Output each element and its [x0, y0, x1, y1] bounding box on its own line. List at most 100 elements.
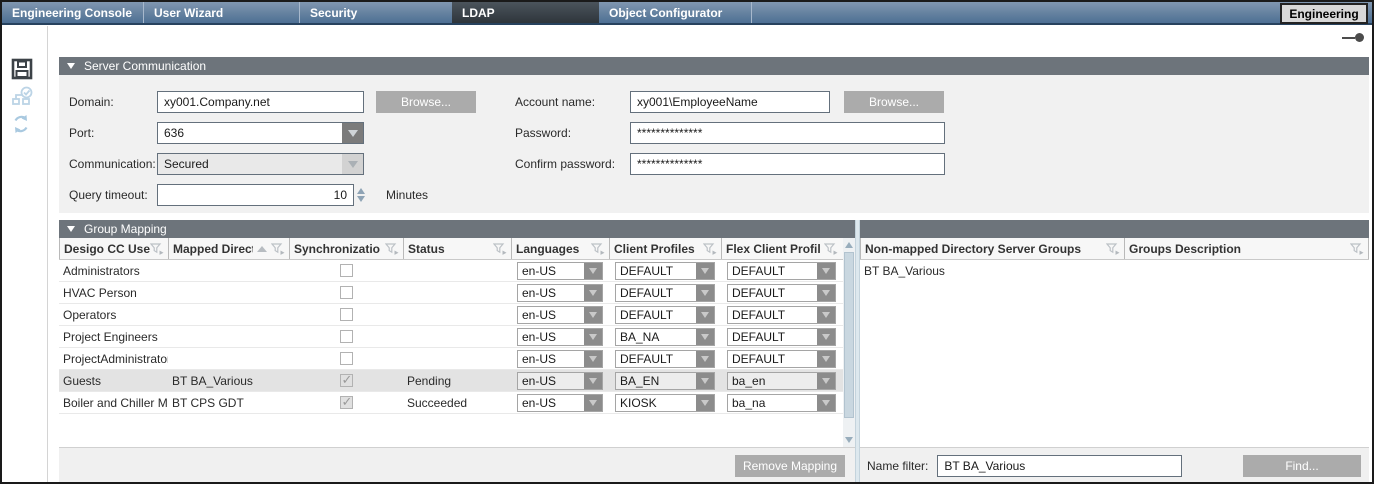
column-header-status[interactable]: Status	[403, 238, 511, 259]
flex-profile-dropdown[interactable]: DEFAULT	[727, 306, 836, 324]
query-timeout-stepper[interactable]	[354, 184, 368, 206]
filter-funnel-icon[interactable]	[385, 243, 399, 255]
query-timeout-input[interactable]: 10	[157, 184, 354, 206]
vertical-scrollbar[interactable]	[843, 238, 855, 447]
synchronization-checkbox[interactable]	[340, 330, 353, 343]
dropdown-arrow-button[interactable]	[584, 351, 602, 367]
dropdown-arrow-button[interactable]	[817, 351, 835, 367]
spinner-down-icon[interactable]	[357, 196, 365, 202]
table-row[interactable]: Administrators en-US DEFAULT DEFAULT	[59, 260, 843, 282]
language-dropdown[interactable]: en-US	[517, 284, 603, 302]
scrollbar-thumb[interactable]	[844, 252, 854, 418]
tab-engineering-console[interactable]: Engineering Console	[2, 2, 144, 23]
column-header-languages[interactable]: Languages	[511, 238, 609, 259]
dropdown-arrow-button[interactable]	[584, 307, 602, 323]
column-header-non-mapped-groups[interactable]: Non-mapped Directory Server Groups	[860, 238, 1124, 259]
confirm-password-input[interactable]: **************	[630, 153, 945, 175]
client-profile-dropdown[interactable]: DEFAULT	[615, 284, 715, 302]
group-mapping-header[interactable]: Group Mapping	[59, 220, 1369, 238]
table-row[interactable]: Project Engineers en-US BA_NA DEFAULT	[59, 326, 843, 348]
table-row[interactable]: Boiler and Chiller Mng BT CPS GDT Succee…	[59, 392, 843, 414]
filter-funnel-icon[interactable]	[150, 243, 164, 255]
dropdown-arrow-button[interactable]	[342, 123, 363, 143]
language-dropdown[interactable]: en-US	[517, 394, 603, 412]
filter-funnel-icon[interactable]	[591, 243, 605, 255]
synchronization-checkbox[interactable]	[340, 286, 353, 299]
tab-ldap-active[interactable]: LDAP	[452, 2, 599, 23]
test-connection-icon[interactable]	[11, 86, 33, 108]
filter-funnel-icon[interactable]	[1350, 243, 1364, 255]
client-profile-dropdown[interactable]: KIOSK	[615, 394, 715, 412]
dropdown-arrow-button[interactable]	[696, 285, 714, 301]
filter-funnel-icon[interactable]	[271, 243, 285, 255]
dropdown-arrow-button[interactable]	[696, 373, 714, 389]
communication-dropdown[interactable]: Secured	[157, 153, 364, 175]
dropdown-arrow-button[interactable]	[817, 329, 835, 345]
table-row[interactable]: ProjectAdministrators en-US DEFAULT DEFA…	[59, 348, 843, 370]
column-header-user-group[interactable]: Desigo CC User (	[59, 238, 168, 259]
column-header-mapped-directory[interactable]: Mapped Directory	[168, 238, 289, 259]
server-communication-header[interactable]: Server Communication	[59, 57, 1369, 75]
flex-profile-dropdown[interactable]: DEFAULT	[727, 284, 836, 302]
client-profile-dropdown[interactable]: DEFAULT	[615, 306, 715, 324]
client-profile-dropdown[interactable]: DEFAULT	[615, 262, 715, 280]
language-dropdown[interactable]: en-US	[517, 350, 603, 368]
table-row[interactable]: BT BA_Various	[860, 260, 1369, 282]
client-profile-dropdown[interactable]: BA_EN	[615, 372, 715, 390]
synchronization-checkbox[interactable]	[340, 396, 353, 409]
language-dropdown[interactable]: en-US	[517, 306, 603, 324]
table-row[interactable]: Operators en-US DEFAULT DEFAULT	[59, 304, 843, 326]
account-browse-button[interactable]: Browse...	[844, 91, 944, 113]
flex-profile-dropdown[interactable]: ba_en	[727, 372, 836, 390]
tab-security[interactable]: Security	[300, 2, 452, 23]
tab-object-configurator[interactable]: Object Configurator	[599, 2, 752, 23]
refresh-sync-icon[interactable]	[11, 114, 33, 136]
column-header-synchronization[interactable]: Synchronizatio	[289, 238, 403, 259]
dropdown-arrow-button[interactable]	[817, 263, 835, 279]
dropdown-arrow-button[interactable]	[696, 307, 714, 323]
client-profile-dropdown[interactable]: DEFAULT	[615, 350, 715, 368]
client-profile-dropdown[interactable]: BA_NA	[615, 328, 715, 346]
language-dropdown[interactable]: en-US	[517, 262, 603, 280]
flex-profile-dropdown[interactable]: DEFAULT	[727, 350, 836, 368]
dropdown-arrow-button[interactable]	[696, 395, 714, 411]
dropdown-arrow-button[interactable]	[817, 285, 835, 301]
dropdown-arrow-button[interactable]	[817, 307, 835, 323]
tab-engineering-mode[interactable]: Engineering	[1280, 3, 1368, 24]
domain-input[interactable]: xy001.Company.net	[157, 91, 364, 113]
column-header-flex-client-profiles[interactable]: Flex Client Profil	[721, 238, 842, 259]
filter-funnel-icon[interactable]	[703, 243, 717, 255]
synchronization-checkbox[interactable]	[340, 374, 353, 387]
synchronization-checkbox[interactable]	[340, 352, 353, 365]
dropdown-arrow-button[interactable]	[584, 373, 602, 389]
dropdown-arrow-button[interactable]	[584, 263, 602, 279]
find-button[interactable]: Find...	[1243, 455, 1361, 477]
flex-profile-dropdown[interactable]: ba_na	[727, 394, 836, 412]
flex-profile-dropdown[interactable]: DEFAULT	[727, 328, 836, 346]
synchronization-checkbox[interactable]	[340, 308, 353, 321]
synchronization-checkbox[interactable]	[340, 264, 353, 277]
language-dropdown[interactable]: en-US	[517, 328, 603, 346]
filter-funnel-icon[interactable]	[824, 243, 838, 255]
name-filter-input[interactable]: BT BA_Various	[937, 455, 1182, 477]
scroll-down-icon[interactable]	[845, 437, 853, 443]
dropdown-arrow-button[interactable]	[584, 285, 602, 301]
dropdown-arrow-button[interactable]	[696, 351, 714, 367]
spinner-up-icon[interactable]	[357, 188, 365, 194]
flex-profile-dropdown[interactable]: DEFAULT	[727, 262, 836, 280]
table-row[interactable]: HVAC Person en-US DEFAULT DEFAULT	[59, 282, 843, 304]
dropdown-arrow-button[interactable]	[696, 329, 714, 345]
port-dropdown[interactable]: 636	[157, 122, 364, 144]
dropdown-arrow-button[interactable]	[817, 395, 835, 411]
table-row-selected[interactable]: Guests BT BA_Various Pending en-US BA_EN…	[59, 370, 843, 392]
account-name-input[interactable]: xy001\EmployeeName	[630, 91, 830, 113]
tab-user-wizard[interactable]: User Wizard	[144, 2, 300, 23]
language-dropdown[interactable]: en-US	[517, 372, 603, 390]
column-header-groups-description[interactable]: Groups Description	[1124, 238, 1369, 259]
column-header-client-profiles[interactable]: Client Profiles	[609, 238, 721, 259]
dropdown-arrow-button[interactable]	[584, 329, 602, 345]
remove-mapping-button[interactable]: Remove Mapping	[735, 455, 845, 477]
dropdown-arrow-button[interactable]	[817, 373, 835, 389]
dropdown-arrow-button[interactable]	[584, 395, 602, 411]
domain-browse-button[interactable]: Browse...	[376, 91, 476, 113]
